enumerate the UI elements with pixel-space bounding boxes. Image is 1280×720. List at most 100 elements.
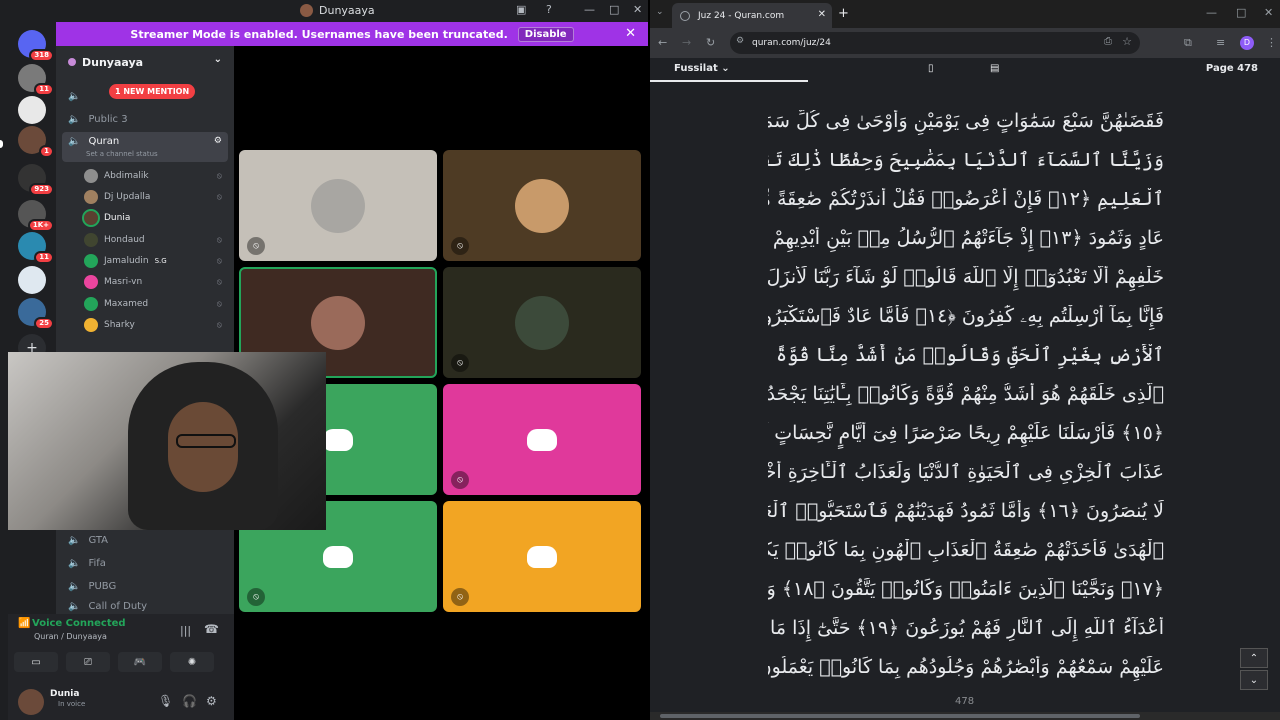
noise-suppression-icon[interactable]: ||| [180, 624, 191, 637]
participant-tile[interactable]: ⦸ [443, 150, 641, 261]
dm-badge: 318 [29, 49, 54, 62]
verse-line[interactable]: ﴿١٧﴾ وَنَجَّيْنَا ٱلَّذِينَ ءَامَنُوا۟ و… [768, 578, 1164, 606]
close-window-button[interactable]: ✕ [633, 3, 642, 16]
server-icon[interactable] [18, 96, 46, 124]
voice-channel-quran[interactable]: 🔈 Quran Set a channel status ⚙ [62, 132, 228, 162]
gear-icon[interactable]: ⚙ [206, 694, 217, 708]
server-icon[interactable]: 923 [18, 164, 54, 196]
help-icon[interactable]: ? [546, 3, 552, 16]
direct-messages-icon[interactable]: 318 [18, 30, 54, 62]
verse-line[interactable]: ٱلَّذِى خَلَقَهُمْ هُوَ أَشَدُّ مِنْهُمْ… [768, 383, 1164, 411]
horizontal-scrollbar[interactable] [650, 712, 1280, 720]
avatar[interactable] [18, 689, 44, 715]
browser-tab[interactable]: Juz 24 - Quran.com ✕ [672, 3, 832, 28]
voice-channel-fifa[interactable]: 🔈 Fifa [62, 553, 228, 573]
profile-avatar[interactable]: D [1240, 36, 1254, 50]
voice-status[interactable]: Voice Connected [32, 618, 126, 629]
site-info-icon[interactable]: ⚙ [736, 36, 744, 46]
channel-status[interactable]: Set a channel status [86, 150, 158, 158]
server-icon[interactable]: 25 [18, 298, 54, 330]
guild-icon [68, 58, 76, 66]
verse-line[interactable]: عَلَيْهِمْ سَمْعُهُمْ وَأَبْصَٰرُهُمْ وَ… [768, 656, 1164, 684]
voice-member[interactable]: Dunia [82, 208, 228, 228]
new-tab-button[interactable]: + [838, 6, 849, 21]
participant-avatar [311, 178, 365, 233]
maximize-button[interactable]: □ [609, 3, 619, 16]
signal-icon[interactable]: 📶 [18, 618, 30, 629]
discord-titlebar: Dunyaaya ▣ ? — □ ✕ [0, 0, 648, 22]
server-icon[interactable]: 11 [18, 232, 54, 264]
verse-line[interactable]: عَذَابَ ٱلْخِزْىِ فِى ٱلْحَيَوٰةِ ٱلدُّن… [768, 461, 1164, 489]
server-icon[interactable]: 1 [18, 126, 54, 158]
headphones-icon[interactable]: 🎧 [182, 694, 197, 708]
disable-streamer-mode-button[interactable]: Disable [517, 26, 574, 42]
voice-channel-public-3[interactable]: 🔈 Public 3 [62, 109, 228, 129]
soundboard-button[interactable]: ✺ [170, 652, 214, 672]
camera-button[interactable]: ▭ [14, 652, 58, 672]
verse-line[interactable]: خَلْفِهِمْ أَلَّا تَعْبُدُوٓا۟ إِلَّا ٱل… [768, 266, 1164, 294]
scroll-up-button[interactable]: ⌃ [1240, 648, 1268, 668]
verse-line[interactable]: فَإِنَّا بِمَآ أُرْسِلْتُم بِهِۦ كَٰفِرُ… [768, 305, 1164, 333]
microphone-icon[interactable]: 🎙 [158, 694, 173, 708]
scroll-down-button[interactable]: ⌄ [1240, 670, 1268, 690]
verse-line[interactable]: ٱلْعَلِيمِ ﴿١٢﴾ فَإِنْ أَعْرَضُوا۟ فَقُل… [768, 188, 1164, 216]
verse-line[interactable]: لَا يُنصَرُونَ ﴿١٦﴾ وَأَمَّا ثَمُودُ فَه… [768, 500, 1164, 528]
channel-name: Public 3 [88, 113, 128, 125]
forward-icon[interactable]: → [682, 36, 691, 49]
voice-location[interactable]: Quran / Dunyaaya [34, 632, 107, 641]
server-icon[interactable] [18, 266, 46, 294]
participant-tile[interactable]: ⦸ [443, 384, 641, 495]
voice-member[interactable]: Maxamed ⦸ [84, 294, 228, 314]
back-icon[interactable]: ← [658, 36, 667, 49]
install-icon[interactable]: ⎙ [1104, 36, 1112, 47]
reload-icon[interactable]: ↻ [706, 36, 715, 49]
voice-member[interactable]: Jamaludin S.G ⦸ [84, 251, 228, 271]
verse-line[interactable]: ٱلْأَرْضِ بِغَيْرِ ٱلْحَقِّ وَقَالُوا۟ م… [768, 344, 1164, 372]
close-window-button[interactable]: ✕ [1264, 6, 1273, 19]
activity-button[interactable]: 🎮 [118, 652, 162, 672]
voice-channel-pubg[interactable]: 🔈 PUBG [62, 576, 228, 596]
channel-settings-icon[interactable]: ⚙ [214, 136, 222, 146]
surah-selector[interactable]: Fussilat ⌄ [674, 63, 730, 74]
voice-member[interactable]: Hondaud ⦸ [84, 230, 228, 250]
participant-tile[interactable]: ⦸ [239, 150, 437, 261]
extensions-icon[interactable]: ⧉ [1184, 36, 1192, 50]
minimize-button[interactable]: — [584, 3, 595, 16]
verse-line[interactable]: فَقَضَىٰهُنَّ سَبْعَ سَمَٰوَاتٍ فِى يَوْ… [768, 110, 1164, 138]
translation-mode-icon[interactable]: ▯ [928, 63, 934, 74]
mic-muted-icon: ⦸ [451, 588, 469, 606]
voice-channel-call-of-duty[interactable]: 🔈 Call of Duty [62, 598, 228, 614]
reading-list-icon[interactable]: ≡ [1216, 36, 1225, 49]
minimize-button[interactable]: — [1206, 6, 1217, 19]
maximize-button[interactable]: □ [1236, 6, 1246, 19]
verse-line[interactable]: أَعْدَآءُ ٱللَّهِ إِلَى ٱلنَّارِ فَهُمْ … [768, 617, 1164, 645]
verse-line[interactable]: عَادٍ وَثَمُودَ ﴿١٣﴾ إِذْ جَآءَتْهُمُ ٱل… [768, 227, 1164, 255]
server-icon[interactable]: 11 [18, 64, 54, 96]
screen-share-button[interactable]: ⎚ [66, 652, 110, 672]
disconnect-icon[interactable]: ☎ [204, 622, 219, 636]
tab-search-icon[interactable]: ⌄ [656, 7, 664, 17]
close-banner-icon[interactable]: ✕ [625, 26, 636, 41]
user-name[interactable]: Dunia [50, 689, 79, 699]
close-tab-icon[interactable]: ✕ [818, 9, 826, 20]
new-mention-badge[interactable]: 1 NEW MENTION [109, 84, 196, 99]
address-bar[interactable]: ⚙ quran.com/juz/24 ⎙ ☆ [730, 32, 1140, 54]
verse-line[interactable]: ﴿١٥﴾ فَأَرْسَلْنَا عَلَيْهِمْ رِيحًا صَر… [768, 422, 1164, 450]
voice-member[interactable]: Dj Updalla ⦸ [84, 187, 228, 207]
voice-member[interactable]: Sharky ⦸ [84, 315, 228, 335]
discord-logo-icon [527, 545, 557, 568]
bookmark-star-icon[interactable]: ☆ [1122, 35, 1132, 48]
verse-line[interactable]: وَزَيَّنَّا ٱلسَّمَآءَ ٱلدُّنْيَا بِمَصَ… [768, 149, 1164, 177]
participant-tile[interactable]: ⦸ [443, 501, 641, 612]
verse-line[interactable]: ٱلْهُدَىٰ فَأَخَذَتْهُمْ صَٰعِقَةُ ٱلْعَ… [768, 539, 1164, 567]
reading-mode-icon[interactable]: ▤ [990, 63, 999, 74]
voice-member[interactable]: Abdimalik ⦸ [84, 166, 228, 186]
voice-channel-gta[interactable]: 🔈 GTA [62, 530, 228, 550]
scroll-thumb[interactable] [660, 714, 1140, 718]
participant-tile[interactable]: ⦸ [443, 267, 641, 378]
inbox-icon[interactable]: ▣ [516, 3, 526, 16]
voice-member[interactable]: Masri-vn ⦸ [84, 272, 228, 292]
server-icon[interactable]: 1K+ [18, 200, 54, 232]
guild-header[interactable]: Dunyaaya ⌄ [56, 46, 234, 78]
menu-icon[interactable]: ⋮ [1266, 36, 1277, 49]
